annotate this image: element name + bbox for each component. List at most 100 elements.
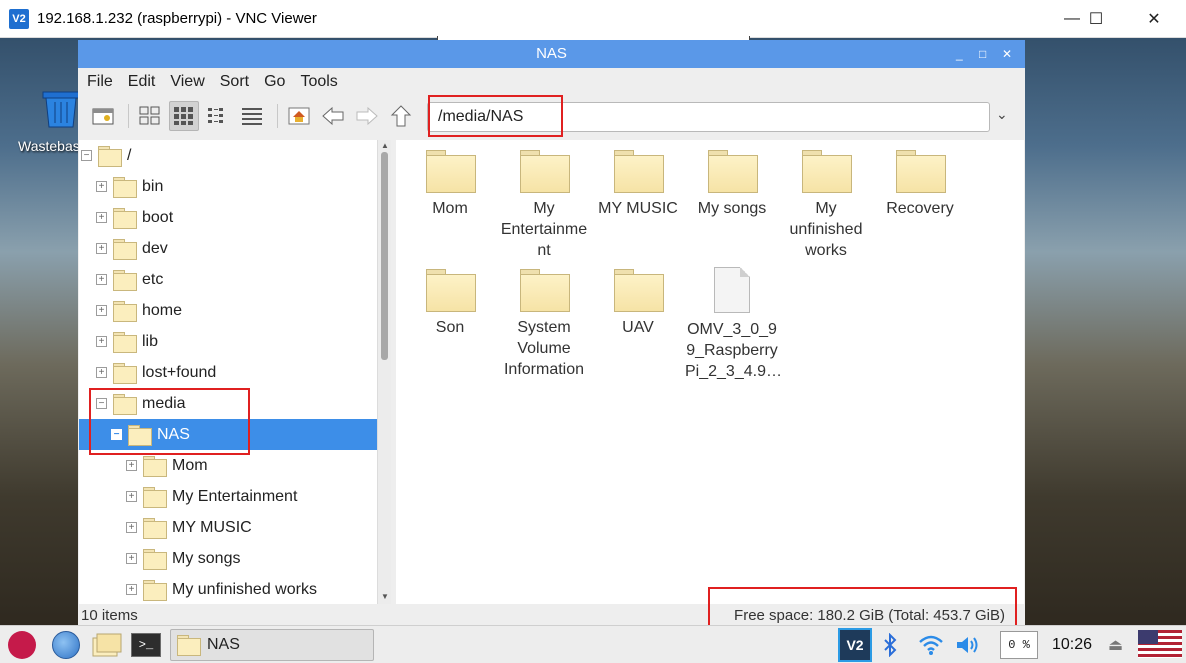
tree-item[interactable]: + lib bbox=[79, 326, 377, 357]
expand-icon[interactable]: + bbox=[96, 274, 107, 285]
folder-icon bbox=[113, 362, 137, 384]
tree-item-label: dev bbox=[142, 239, 168, 257]
tree-item[interactable]: + My songs bbox=[79, 543, 377, 574]
menu-file[interactable]: File bbox=[87, 73, 113, 91]
menubar: File Edit View Sort Go Tools bbox=[78, 68, 1025, 96]
scroll-thumb[interactable] bbox=[381, 152, 388, 360]
folder-icon bbox=[896, 150, 946, 193]
annotation-box-free-space bbox=[708, 587, 1017, 627]
window-title: NAS bbox=[536, 45, 567, 62]
expand-icon[interactable]: + bbox=[96, 336, 107, 347]
home-icon[interactable] bbox=[284, 101, 314, 131]
folder-icon bbox=[113, 331, 137, 353]
expand-icon[interactable]: + bbox=[96, 305, 107, 316]
folder-item[interactable]: UAV bbox=[591, 259, 685, 338]
volume-icon[interactable] bbox=[955, 630, 981, 660]
forward-icon[interactable] bbox=[352, 101, 382, 131]
taskbar: >_ NAS V2 0 % 10:26 ⏏ bbox=[0, 625, 1186, 663]
eject-icon[interactable]: ⏏ bbox=[1108, 635, 1123, 655]
vnc-tray-icon[interactable]: V2 bbox=[838, 628, 872, 662]
menu-tools[interactable]: Tools bbox=[300, 73, 337, 91]
menu-view[interactable]: View bbox=[170, 73, 204, 91]
taskbar-window-nas[interactable]: NAS bbox=[170, 629, 374, 661]
tree-item[interactable]: + bin bbox=[79, 171, 377, 202]
tree-item[interactable]: + My Entertainment bbox=[79, 481, 377, 512]
folder-item[interactable]: MY MUSIC bbox=[591, 140, 685, 219]
expand-icon[interactable]: + bbox=[126, 522, 137, 533]
thumbnail-view-icon[interactable] bbox=[169, 101, 199, 131]
menu-go[interactable]: Go bbox=[264, 73, 285, 91]
folder-item[interactable]: My unfinished works bbox=[779, 140, 873, 261]
back-icon[interactable] bbox=[318, 101, 348, 131]
icon-view-icon[interactable] bbox=[135, 101, 165, 131]
tree-item[interactable]: + etc bbox=[79, 264, 377, 295]
keyboard-layout-flag-icon[interactable] bbox=[1138, 630, 1182, 658]
folder-icon bbox=[614, 150, 664, 193]
scroll-down-icon[interactable]: ▼ bbox=[381, 592, 389, 601]
up-icon[interactable] bbox=[386, 101, 416, 131]
wastebasket-icon[interactable] bbox=[41, 90, 81, 128]
folder-item[interactable]: My songs bbox=[685, 140, 779, 219]
folder-icon bbox=[143, 517, 167, 539]
folder-icon bbox=[143, 486, 167, 508]
menu-sort[interactable]: Sort bbox=[220, 73, 249, 91]
expand-icon[interactable]: + bbox=[96, 243, 107, 254]
expand-icon[interactable]: + bbox=[96, 181, 107, 192]
file-item[interactable]: OMV_3_0_9 9_Raspberry Pi_2_3_4.9… bbox=[685, 259, 782, 382]
new-window-icon[interactable] bbox=[88, 101, 118, 131]
menu-edit[interactable]: Edit bbox=[128, 73, 156, 91]
window-maximize-button[interactable]: □ bbox=[979, 40, 986, 68]
window-close-button[interactable]: ✕ bbox=[1002, 40, 1012, 68]
terminal-icon[interactable]: >_ bbox=[131, 630, 161, 660]
expand-icon[interactable]: + bbox=[126, 491, 137, 502]
folder-icon bbox=[426, 269, 476, 312]
raspberry-menu-icon[interactable] bbox=[8, 630, 36, 660]
annotation-box-path bbox=[428, 95, 563, 137]
item-label: UAV bbox=[622, 319, 654, 336]
maximize-button[interactable]: ☐ bbox=[1073, 0, 1119, 38]
expand-icon[interactable]: + bbox=[126, 460, 137, 471]
tree-item[interactable]: + home bbox=[79, 295, 377, 326]
tree-item[interactable]: + dev bbox=[79, 233, 377, 264]
tree-item[interactable]: + My unfinished works bbox=[79, 574, 377, 604]
expand-icon[interactable]: + bbox=[126, 584, 137, 595]
folder-item[interactable]: My Entertainme nt bbox=[497, 140, 591, 261]
tree-item[interactable]: + boot bbox=[79, 202, 377, 233]
tree-scrollbar[interactable]: ▲ ▼ bbox=[377, 140, 391, 604]
expand-icon[interactable]: + bbox=[126, 553, 137, 564]
wifi-icon[interactable] bbox=[918, 630, 944, 660]
compact-view-icon[interactable] bbox=[203, 101, 233, 131]
folder-item[interactable]: System Volume Information bbox=[497, 259, 591, 380]
folder-icon bbox=[113, 269, 137, 291]
list-view-icon[interactable] bbox=[237, 101, 267, 131]
clock[interactable]: 10:26 bbox=[1052, 636, 1092, 654]
expand-icon[interactable]: + bbox=[96, 212, 107, 223]
folder-item[interactable]: Recovery bbox=[873, 140, 967, 219]
item-label: My songs bbox=[697, 200, 767, 217]
bluetooth-icon[interactable] bbox=[882, 630, 898, 660]
toolbar-separator bbox=[128, 104, 129, 128]
expand-icon[interactable]: + bbox=[96, 367, 107, 378]
folder-item[interactable]: Son bbox=[403, 259, 497, 338]
tree-item-label: My unfinished works bbox=[172, 580, 317, 598]
tree-item[interactable]: + lost+found bbox=[79, 357, 377, 388]
close-button[interactable]: ✕ bbox=[1131, 0, 1177, 38]
taskbar-window-label: NAS bbox=[207, 636, 240, 653]
file-manager-launcher-icon[interactable] bbox=[92, 630, 122, 660]
chevron-down-icon[interactable]: ⌄ bbox=[996, 106, 1008, 123]
window-minimize-button[interactable]: _ bbox=[956, 40, 963, 68]
tree-item-label: My songs bbox=[172, 549, 241, 567]
web-browser-icon[interactable] bbox=[52, 630, 80, 660]
directory-tree: − / + bin + boot + dev + etc + home + lib + lost+found −… bbox=[79, 140, 377, 604]
annotation-box-tree bbox=[89, 388, 250, 455]
tree-item[interactable]: + MY MUSIC bbox=[79, 512, 377, 543]
vnc-logo-icon: V2 bbox=[9, 8, 29, 29]
folder-icon bbox=[614, 269, 664, 312]
folder-icon bbox=[113, 300, 137, 322]
item-label: My unfinished works bbox=[789, 200, 863, 259]
folder-item[interactable]: Mom bbox=[403, 140, 497, 219]
collapse-icon[interactable]: − bbox=[81, 150, 92, 161]
tree-item[interactable]: − / bbox=[79, 140, 377, 171]
folder-icon bbox=[113, 207, 137, 229]
scroll-up-icon[interactable]: ▲ bbox=[381, 141, 389, 150]
